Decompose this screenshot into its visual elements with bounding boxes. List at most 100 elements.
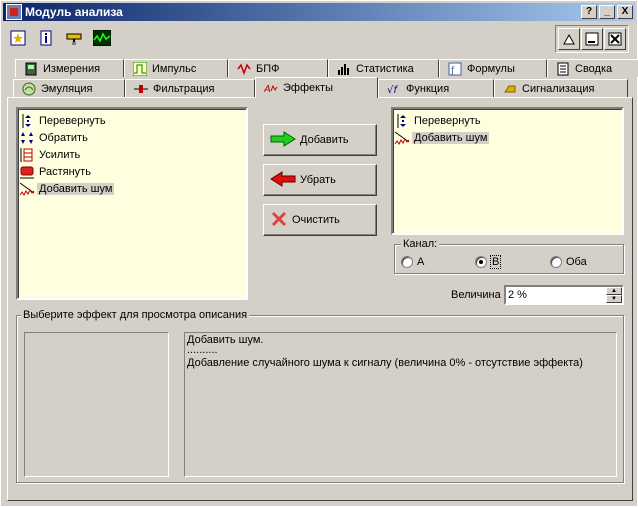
noise-icon bbox=[394, 130, 410, 146]
tab-label: Функция bbox=[406, 82, 450, 95]
tab-label: БПФ bbox=[256, 62, 280, 75]
app-icon bbox=[6, 4, 22, 20]
invert-icon bbox=[19, 130, 35, 146]
tab-label: Импульс bbox=[152, 62, 197, 75]
radio-channel-b[interactable]: В bbox=[475, 255, 502, 269]
cross-icon bbox=[270, 211, 288, 230]
amplify-icon bbox=[19, 147, 35, 163]
list-item[interactable]: Добавить шум bbox=[393, 129, 622, 146]
radio-channel-both[interactable]: Оба bbox=[550, 256, 587, 268]
radio-label: В bbox=[489, 255, 502, 269]
emulation-icon bbox=[22, 82, 36, 96]
tab-summary[interactable]: Сводка bbox=[547, 59, 638, 77]
magnitude-spinbox[interactable]: 2 % ▲ ▼ bbox=[504, 285, 624, 305]
fft-icon bbox=[237, 62, 251, 76]
tab-signaling[interactable]: Сигнализация bbox=[494, 79, 628, 97]
list-item[interactable]: Добавить шум bbox=[18, 180, 246, 197]
list-item-label: Усилить bbox=[39, 148, 81, 161]
list-item[interactable]: Перевернуть bbox=[18, 112, 246, 129]
spin-down-button[interactable]: ▼ bbox=[606, 295, 622, 303]
flip-icon bbox=[19, 113, 35, 129]
spin-up-button[interactable]: ▲ bbox=[606, 287, 622, 295]
tab-row-top: Измерения Импульс БПФ Статистика ƒ Форму… bbox=[15, 59, 638, 77]
arrow-right-icon bbox=[270, 130, 296, 150]
pulse-icon bbox=[132, 61, 148, 76]
alarm-icon bbox=[503, 82, 517, 96]
tab-label: Сводка bbox=[575, 62, 613, 75]
tab-filtration[interactable]: Фильтрация bbox=[125, 79, 255, 97]
noise-icon bbox=[19, 181, 35, 197]
add-button-label: Добавить bbox=[300, 134, 349, 146]
effects-icon: A bbox=[263, 81, 278, 95]
effect-preview-area bbox=[24, 332, 169, 477]
formula-icon: ƒ bbox=[448, 62, 462, 76]
tab-row-bottom: Эмуляция Фильтрация A Эффекты √f Функция… bbox=[13, 77, 628, 98]
star-icon[interactable] bbox=[7, 27, 29, 49]
magnitude-value[interactable]: 2 % bbox=[508, 289, 527, 301]
list-item-label: Обратить bbox=[39, 131, 88, 144]
list-item-label: Растянуть bbox=[39, 165, 91, 178]
minimize-icon[interactable] bbox=[581, 28, 603, 50]
list-item-label: Добавить шум bbox=[412, 131, 490, 144]
summary-icon bbox=[556, 62, 570, 76]
list-item-label: Перевернуть bbox=[414, 114, 481, 127]
channel-group: Канал: bbox=[394, 238, 624, 274]
tab-statistics[interactable]: Статистика bbox=[328, 59, 439, 77]
radio-label: Оба bbox=[566, 256, 587, 268]
ruler-icon[interactable] bbox=[63, 27, 85, 49]
filter-icon bbox=[134, 82, 148, 96]
remove-button[interactable]: Убрать bbox=[263, 164, 377, 196]
stretch-icon bbox=[19, 164, 35, 180]
stats-icon bbox=[337, 62, 351, 76]
radio-channel-a[interactable]: А bbox=[401, 256, 424, 268]
window-title: Модуль анализа bbox=[25, 5, 123, 19]
analysis-module-window: Модуль анализа ? _ X Измерения Импульс Б… bbox=[0, 0, 638, 507]
svg-text:√f: √f bbox=[387, 85, 398, 96]
up-icon[interactable] bbox=[558, 28, 580, 50]
tab-function[interactable]: √f Функция bbox=[378, 79, 494, 97]
applied-effects-list[interactable]: Перевернуть Добавить шум bbox=[391, 107, 624, 235]
radio-circle bbox=[401, 256, 413, 268]
close-button[interactable]: X bbox=[617, 5, 633, 19]
help-button[interactable]: ? bbox=[581, 5, 597, 19]
scope-icon[interactable] bbox=[91, 27, 113, 49]
list-item-label: Добавить шум bbox=[37, 182, 115, 195]
list-item[interactable]: Усилить bbox=[18, 146, 246, 163]
add-button[interactable]: Добавить bbox=[263, 124, 377, 156]
tab-label: Формулы bbox=[467, 62, 515, 75]
tab-emulation[interactable]: Эмуляция bbox=[13, 79, 125, 97]
description-separator: .......... bbox=[187, 344, 218, 356]
tab-label: Сигнализация bbox=[522, 82, 595, 95]
channel-legend: Канал: bbox=[401, 238, 440, 250]
tab-pulse[interactable]: Импульс bbox=[124, 59, 228, 77]
list-item-label: Перевернуть bbox=[39, 114, 106, 127]
info-icon[interactable] bbox=[35, 27, 57, 49]
arrow-left-icon bbox=[270, 170, 296, 190]
list-item[interactable]: Обратить bbox=[18, 129, 246, 146]
flip-icon bbox=[394, 113, 410, 129]
function-icon: √f bbox=[387, 82, 401, 96]
list-item[interactable]: Растянуть bbox=[18, 163, 246, 180]
available-effects-list[interactable]: Перевернуть Обратить Усилить Растянуть Д… bbox=[16, 107, 248, 300]
tab-label: Эмуляция bbox=[41, 82, 93, 95]
list-item[interactable]: Перевернуть bbox=[393, 112, 622, 129]
tab-label: Измерения bbox=[43, 62, 101, 75]
tab-fft[interactable]: БПФ bbox=[228, 59, 328, 77]
meter-icon bbox=[24, 62, 38, 76]
tab-formulas[interactable]: ƒ Формулы bbox=[439, 59, 547, 77]
svg-text:A: A bbox=[264, 84, 271, 95]
clear-button-label: Очистить bbox=[292, 214, 340, 226]
tab-measurements[interactable]: Измерения bbox=[15, 59, 124, 77]
tab-effects[interactable]: A Эффекты bbox=[255, 77, 378, 98]
tab-label: Фильтрация bbox=[153, 82, 215, 95]
description-title: Добавить шум. bbox=[187, 334, 264, 346]
clear-button[interactable]: Очистить bbox=[263, 204, 377, 236]
window-control-group bbox=[555, 25, 629, 53]
description-text: Добавление случайного шума к сигналу (ве… bbox=[187, 357, 583, 369]
close-icon[interactable] bbox=[604, 28, 626, 50]
toolbar bbox=[7, 27, 113, 49]
tab-label: Эффекты bbox=[283, 82, 334, 94]
minimize-button[interactable]: _ bbox=[599, 5, 615, 19]
title-bar[interactable]: Модуль анализа ? _ X bbox=[3, 3, 635, 21]
description-legend: Выберите эффект для просмотра описания bbox=[21, 309, 250, 321]
